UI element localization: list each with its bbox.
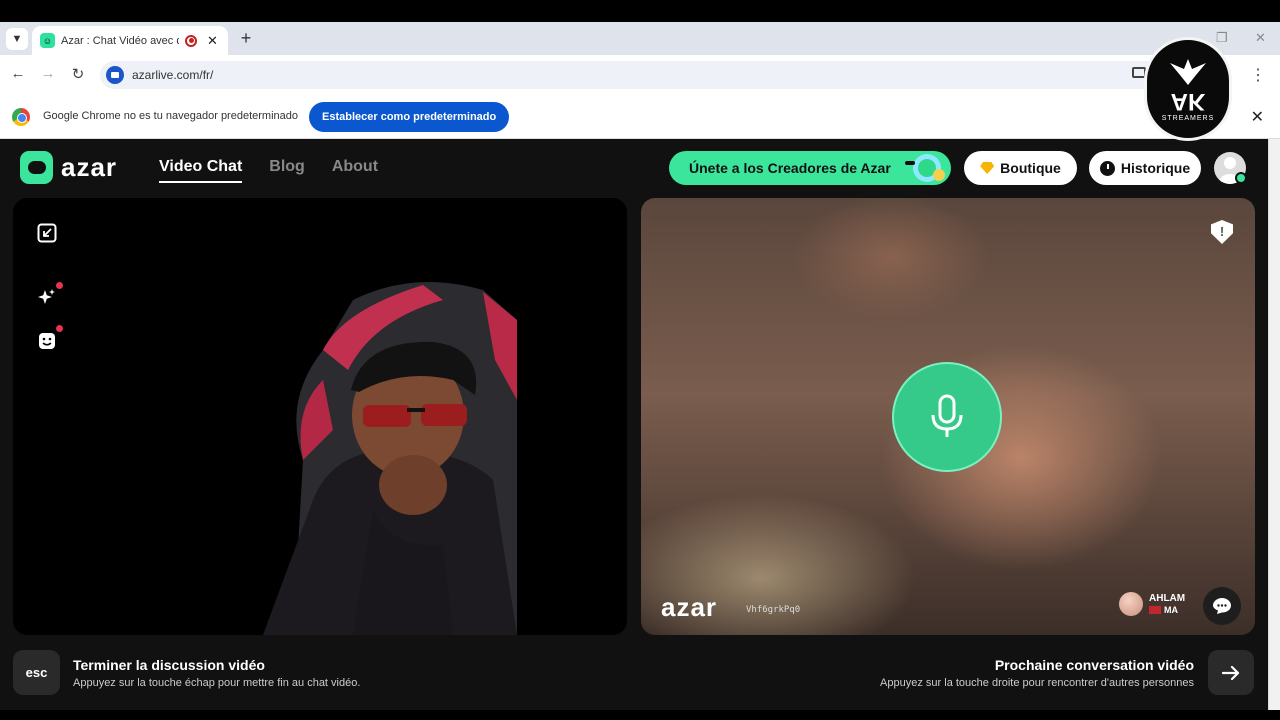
back-arrow-icon[interactable]: ←: [8, 65, 28, 82]
top-black-bar: [0, 0, 1280, 22]
set-default-button[interactable]: Establecer como predeterminado: [309, 102, 510, 132]
join-creators-button[interactable]: Únete a los Creadores de Azar: [669, 151, 951, 185]
recording-indicator-icon: [185, 34, 197, 47]
partner-details: AHLAM MA: [1149, 593, 1185, 615]
remote-azar-watermark: azar: [661, 592, 718, 622]
azar-header: azar Video Chat Blog About Únete a los C…: [0, 139, 1268, 197]
online-status-dot: [1235, 172, 1247, 184]
forward-arrow-icon[interactable]: →: [38, 65, 58, 82]
watermark-sub-text: STREAMERS: [1161, 114, 1215, 122]
partner-country: MA: [1149, 605, 1185, 615]
url-text: azarlive.com/fr/: [132, 68, 214, 82]
partner-info-chip[interactable]: AHLAM MA: [1119, 587, 1185, 621]
azar-logo-icon: [20, 151, 53, 184]
chrome-menu-icon[interactable]: ⋮: [1250, 65, 1266, 85]
chat-button[interactable]: [1203, 587, 1241, 625]
face-filter-icon[interactable]: [36, 330, 58, 352]
site-camera-icon[interactable]: [106, 66, 124, 84]
main-nav: Video Chat Blog About: [159, 158, 378, 183]
local-video-panel: [13, 198, 627, 635]
next-chat-button[interactable]: [1208, 650, 1254, 695]
reload-icon[interactable]: ↻: [68, 65, 88, 83]
local-camera-feed: [263, 282, 517, 635]
close-window-icon[interactable]: ✕: [1255, 30, 1266, 46]
browser-tab-strip: ▼ ☺ Azar : Chat Vidéo avec de n ✕ + ❐ ✕: [0, 22, 1280, 55]
partner-country-code: MA: [1164, 605, 1178, 615]
address-bar[interactable]: azarlive.com/fr/: [100, 61, 1220, 89]
new-tab-button[interactable]: +: [236, 28, 256, 49]
bottom-controls: esc Terminer la discussion vidéo Appuyez…: [0, 635, 1268, 710]
end-chat-title: Terminer la discussion vidéo: [73, 657, 265, 673]
boutique-label: Boutique: [1000, 160, 1061, 176]
arrow-right-icon: [1222, 665, 1240, 680]
partner-name: AHLAM: [1149, 593, 1186, 604]
bottom-black-bar: [0, 710, 1280, 720]
microphone-icon: [931, 394, 963, 437]
minimize-video-icon[interactable]: [36, 222, 58, 244]
filter-notification-dot: [56, 325, 63, 332]
history-label: Historique: [1120, 160, 1191, 176]
infobar-message: Google Chrome no es tu navegador predete…: [43, 110, 298, 122]
creators-decoration-icon: [905, 154, 945, 182]
azar-logo-text: azar: [61, 152, 118, 182]
nav-about[interactable]: About: [332, 158, 378, 183]
tab-search-chevron-icon[interactable]: ▼: [6, 28, 28, 50]
azar-favicon-icon: ☺: [40, 33, 55, 48]
remote-session-code: Vhf6grkPq0: [746, 605, 801, 615]
clock-icon: [1099, 160, 1115, 176]
infobar-close-icon[interactable]: ✕: [1251, 107, 1264, 127]
end-chat-esc-button[interactable]: esc: [13, 650, 60, 695]
report-shield-icon[interactable]: !: [1211, 220, 1233, 244]
watermark-main-text: AK: [1170, 87, 1206, 115]
tab-title: Azar : Chat Vidéo avec de n: [61, 34, 179, 47]
browser-tab-azar[interactable]: ☺ Azar : Chat Vidéo avec de n ✕: [32, 26, 228, 55]
tab-close-icon[interactable]: ✕: [207, 33, 218, 49]
microphone-button[interactable]: [892, 362, 1002, 472]
nav-video-chat[interactable]: Video Chat: [159, 158, 243, 183]
avatar-head: [1224, 157, 1236, 169]
azar-logo[interactable]: azar: [20, 151, 117, 184]
next-chat-title: Prochaine conversation vidéo: [994, 657, 1194, 673]
remote-video-panel: ! azar Vhf6grkPq0 AHLAM MA: [641, 198, 1255, 635]
partner-avatar: [1119, 592, 1143, 616]
chat-bubble-icon: [1213, 598, 1231, 614]
page-scrollbar[interactable]: [1268, 139, 1280, 710]
browser-toolbar: ← → ↻ azarlive.com/fr/ ⋮: [0, 55, 1280, 95]
history-button[interactable]: Historique: [1089, 151, 1201, 185]
screen: ▼ ☺ Azar : Chat Vidéo avec de n ✕ + ❐ ✕ …: [0, 0, 1280, 720]
morocco-flag-icon: [1149, 606, 1161, 614]
restore-window-icon[interactable]: ❐: [1216, 30, 1228, 46]
nav-blog[interactable]: Blog: [269, 158, 305, 183]
next-chat-description: Appuyez sur la touche droite pour rencon…: [880, 677, 1194, 689]
default-browser-infobar: Google Chrome no es tu navegador predete…: [0, 95, 1280, 139]
chrome-logo-icon: [12, 108, 30, 126]
end-chat-description: Appuyez sur la touche échap pour mettre …: [73, 677, 361, 689]
phoenix-icon: [1170, 58, 1206, 85]
boutique-button[interactable]: Boutique: [964, 151, 1077, 185]
streamer-watermark-logo: AK STREAMERS: [1144, 37, 1232, 141]
join-creators-label: Únete a los Creadores de Azar: [689, 160, 891, 176]
diamond-icon: [980, 162, 995, 174]
effects-notification-dot: [56, 282, 63, 289]
effects-sparkle-icon[interactable]: [36, 286, 58, 308]
